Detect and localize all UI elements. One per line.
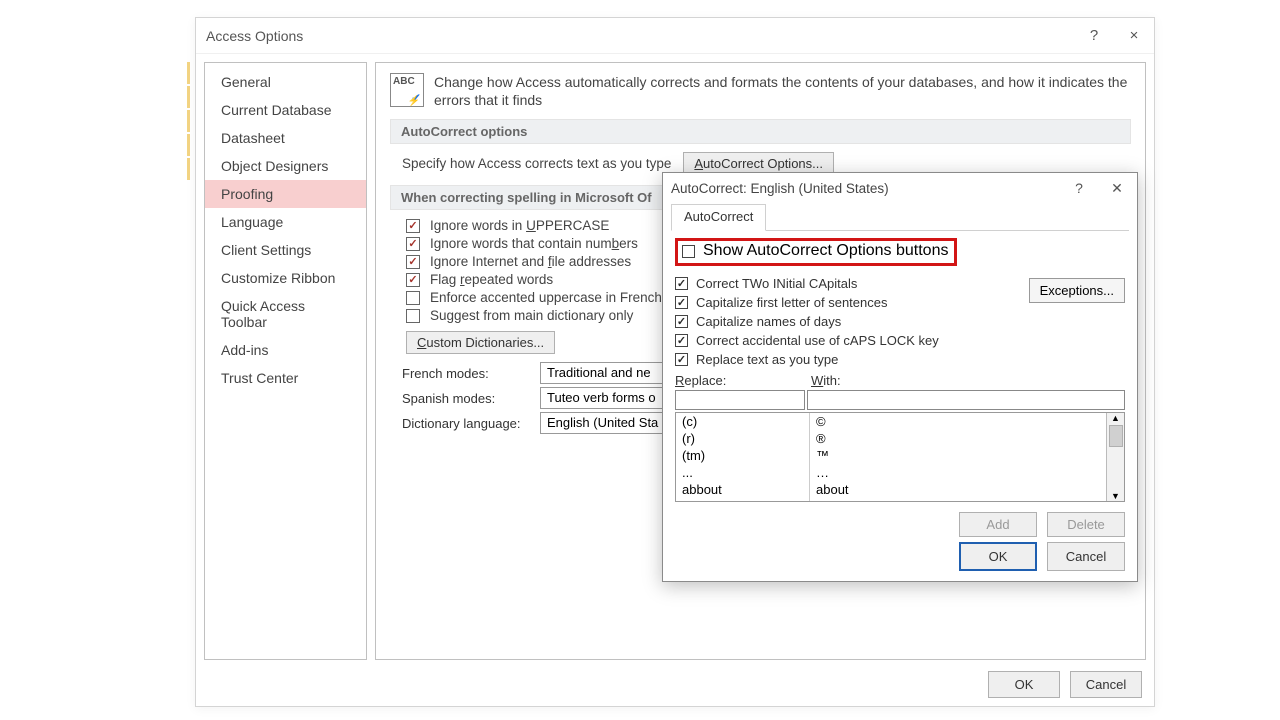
sidebar-item-datasheet[interactable]: Datasheet bbox=[205, 124, 366, 152]
checkbox-internet[interactable] bbox=[406, 255, 420, 269]
list-row-with[interactable]: about bbox=[810, 481, 1106, 498]
sidebar: General Current Database Datasheet Objec… bbox=[204, 62, 367, 660]
proofing-icon: ABC ✔ ⚡ bbox=[390, 73, 424, 107]
checkbox-caps-lock-label: Correct accidental use of cAPS LOCK key bbox=[696, 333, 939, 348]
list-scrollbar[interactable]: ▲ ▼ bbox=[1106, 413, 1124, 501]
sidebar-item-object-designers[interactable]: Object Designers bbox=[205, 152, 366, 180]
checkbox-two-initial-caps-label: Correct TWo INitial CApitals bbox=[696, 276, 857, 291]
checkbox-caps-lock[interactable] bbox=[675, 334, 688, 347]
ok-button[interactable]: OK bbox=[988, 671, 1060, 698]
sidebar-item-language[interactable]: Language bbox=[205, 208, 366, 236]
checkbox-uppercase[interactable] bbox=[406, 219, 420, 233]
spanish-modes-label: Spanish modes: bbox=[402, 391, 532, 406]
autocorrect-titlebar: AutoCorrect: English (United States) ? ✕ bbox=[663, 173, 1137, 203]
sidebar-item-trust-center[interactable]: Trust Center bbox=[205, 364, 366, 392]
sidebar-item-client-settings[interactable]: Client Settings bbox=[205, 236, 366, 264]
with-input[interactable] bbox=[807, 390, 1125, 410]
checkbox-main-dict[interactable] bbox=[406, 309, 420, 323]
cancel-button[interactable]: Cancel bbox=[1070, 671, 1142, 698]
with-label: With: bbox=[811, 373, 841, 388]
autocorrect-help-icon[interactable]: ? bbox=[1067, 180, 1091, 196]
checkbox-cap-sentences-label: Capitalize first letter of sentences bbox=[696, 295, 887, 310]
checkbox-replace-as-type[interactable] bbox=[675, 353, 688, 366]
close-icon[interactable]: × bbox=[1124, 26, 1144, 46]
list-row-with[interactable]: ® bbox=[810, 430, 1106, 447]
autocorrect-dialog: AutoCorrect: English (United States) ? ✕… bbox=[662, 172, 1138, 582]
checkbox-main-dict-label: Suggest from main dictionary only bbox=[430, 308, 633, 323]
french-modes-label: French modes: bbox=[402, 366, 532, 381]
list-row-with[interactable]: ™ bbox=[810, 447, 1106, 464]
list-row-replace[interactable]: abbout bbox=[676, 481, 809, 498]
checkbox-cap-days-label: Capitalize names of days bbox=[696, 314, 841, 329]
checkbox-numbers[interactable] bbox=[406, 237, 420, 251]
list-row-with[interactable]: © bbox=[810, 413, 1106, 430]
banner-text: Change how Access automatically corrects… bbox=[434, 73, 1131, 109]
sidebar-item-customize-ribbon[interactable]: Customize Ribbon bbox=[205, 264, 366, 292]
checkbox-french-upper[interactable] bbox=[406, 291, 420, 305]
app-edge bbox=[187, 60, 195, 580]
autocorrect-close-icon[interactable]: ✕ bbox=[1105, 180, 1129, 197]
dict-lang-label: Dictionary language: bbox=[402, 416, 532, 431]
sidebar-item-quick-access-toolbar[interactable]: Quick Access Toolbar bbox=[205, 292, 366, 336]
autocorrect-cancel-button[interactable]: Cancel bbox=[1047, 542, 1125, 571]
checkbox-replace-as-type-label: Replace text as you type bbox=[696, 352, 838, 367]
list-row-replace[interactable]: (tm) bbox=[676, 447, 809, 464]
replace-list[interactable]: (c) (r) (tm) ... abbout © ® ™ … about ▲ … bbox=[675, 412, 1125, 502]
section-autocorrect-options: AutoCorrect options bbox=[390, 119, 1131, 144]
autocorrect-title: AutoCorrect: English (United States) bbox=[671, 181, 1053, 196]
checkbox-uppercase-label: Ignore words in UPPERCASE bbox=[430, 218, 609, 233]
titlebar: Access Options ? × bbox=[196, 18, 1154, 54]
sidebar-item-add-ins[interactable]: Add-ins bbox=[205, 336, 366, 364]
custom-dictionaries-button[interactable]: Custom Dictionaries... bbox=[406, 331, 555, 354]
list-row-replace[interactable]: (c) bbox=[676, 413, 809, 430]
checkbox-french-upper-label: Enforce accented uppercase in French bbox=[430, 290, 662, 305]
checkbox-show-options-label: Show AutoCorrect Options buttons bbox=[703, 242, 948, 260]
list-row-replace[interactable]: ... bbox=[676, 464, 809, 481]
delete-button[interactable]: Delete bbox=[1047, 512, 1125, 537]
checkbox-show-options[interactable] bbox=[682, 245, 695, 258]
list-row-replace[interactable]: (r) bbox=[676, 430, 809, 447]
checkbox-repeated[interactable] bbox=[406, 273, 420, 287]
replace-input[interactable] bbox=[675, 390, 805, 410]
checkbox-two-initial-caps[interactable] bbox=[675, 277, 688, 290]
autocorrect-ok-button[interactable]: OK bbox=[959, 542, 1037, 571]
checkbox-cap-sentences[interactable] bbox=[675, 296, 688, 309]
checkbox-internet-label: Ignore Internet and file addresses bbox=[430, 254, 631, 269]
banner: ABC ✔ ⚡ Change how Access automatically … bbox=[390, 73, 1131, 109]
highlight-show-options: Show AutoCorrect Options buttons bbox=[675, 238, 957, 266]
replace-label: Replace: bbox=[675, 373, 811, 388]
sidebar-item-current-database[interactable]: Current Database bbox=[205, 96, 366, 124]
add-button[interactable]: Add bbox=[959, 512, 1037, 537]
sidebar-item-proofing[interactable]: Proofing bbox=[205, 180, 366, 208]
window-title: Access Options bbox=[206, 28, 1064, 44]
scrollbar-thumb[interactable] bbox=[1109, 425, 1123, 447]
help-icon[interactable]: ? bbox=[1084, 26, 1104, 46]
autocorrect-desc: Specify how Access corrects text as you … bbox=[402, 156, 671, 171]
exceptions-button[interactable]: Exceptions... bbox=[1029, 278, 1125, 303]
sidebar-item-general[interactable]: General bbox=[205, 68, 366, 96]
checkbox-cap-days[interactable] bbox=[675, 315, 688, 328]
checkbox-numbers-label: Ignore words that contain numbers bbox=[430, 236, 638, 251]
checkbox-repeated-label: Flag repeated words bbox=[430, 272, 553, 287]
list-row-with[interactable]: … bbox=[810, 464, 1106, 481]
autocorrect-tab[interactable]: AutoCorrect bbox=[671, 204, 766, 231]
